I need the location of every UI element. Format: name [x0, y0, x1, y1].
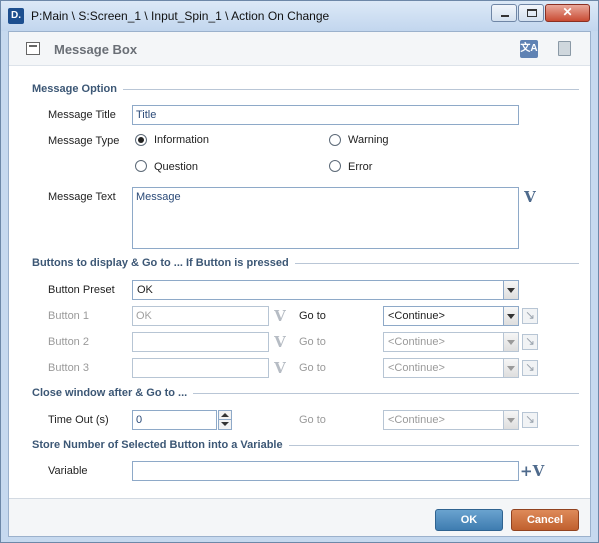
- button-3-goto-dropdown[interactable]: <Continue>: [383, 358, 519, 378]
- button-1-goto-value: <Continue>: [388, 310, 445, 322]
- timeout-input[interactable]: 0: [132, 410, 217, 430]
- jump-to-target-icon[interactable]: [522, 412, 538, 428]
- radio-error[interactable]: [329, 160, 341, 172]
- minimize-icon: [501, 15, 509, 17]
- message-text-variable-button[interactable]: V: [521, 188, 539, 206]
- radio-error-label: Error: [348, 161, 373, 173]
- title-bar[interactable]: D. P:Main \ S:Screen_1 \ Input_Spin_1 \ …: [1, 1, 598, 31]
- button-3-goto-label: Go to: [299, 362, 326, 374]
- button-preset-value: OK: [137, 284, 153, 296]
- button-2-goto-label: Go to: [299, 336, 326, 348]
- button-1-label: Button 1: [48, 310, 89, 322]
- chevron-down-icon[interactable]: [503, 307, 518, 325]
- message-text-area[interactable]: Message: [132, 187, 519, 249]
- jump-to-target-icon[interactable]: [522, 334, 538, 350]
- timeout-label: Time Out (s): [48, 414, 109, 426]
- button-1-variable-button[interactable]: V: [271, 307, 289, 325]
- variable-input[interactable]: [132, 461, 519, 481]
- button-2-goto-dropdown[interactable]: <Continue>: [383, 332, 519, 352]
- dialog-title: Message Box: [54, 42, 138, 57]
- button-3-input[interactable]: [132, 358, 269, 378]
- radio-warning-label: Warning: [348, 134, 389, 146]
- message-text-label: Message Text: [48, 191, 116, 203]
- radio-warning[interactable]: [329, 134, 341, 146]
- section-title-buttons: Buttons to display & Go to ... If Button…: [32, 257, 295, 269]
- message-box-icon: [26, 42, 40, 55]
- close-icon: ✕: [562, 5, 573, 19]
- translate-icon[interactable]: 文A: [520, 40, 538, 58]
- dialog-footer: OK Cancel: [9, 498, 590, 536]
- variable-label: Variable: [48, 465, 88, 477]
- chevron-down-icon[interactable]: [503, 281, 518, 299]
- message-title-label: Message Title: [48, 109, 116, 121]
- spin-up-icon[interactable]: [219, 411, 231, 420]
- section-title-message-option: Message Option: [32, 83, 123, 95]
- button-preset-label: Button Preset: [48, 284, 115, 296]
- message-type-label: Message Type: [48, 135, 120, 147]
- dialog-header: Message Box 文A: [9, 32, 590, 66]
- cancel-button[interactable]: Cancel: [511, 509, 579, 531]
- message-box-window: D. P:Main \ S:Screen_1 \ Input_Spin_1 \ …: [0, 0, 599, 543]
- dialog-body: Message Option Message Title Title Messa…: [9, 67, 590, 498]
- radio-question[interactable]: [135, 160, 147, 172]
- minimize-button[interactable]: [491, 4, 517, 22]
- button-preset-dropdown[interactable]: OK: [132, 280, 519, 300]
- section-title-close-window: Close window after & Go to ...: [32, 387, 194, 399]
- chevron-down-icon[interactable]: [503, 359, 518, 377]
- clipboard-icon[interactable]: [558, 41, 571, 56]
- button-3-label: Button 3: [48, 362, 89, 374]
- button-1-goto-dropdown[interactable]: <Continue>: [383, 306, 519, 326]
- timeout-goto-label: Go to: [299, 414, 326, 426]
- message-title-input[interactable]: Title: [132, 105, 519, 125]
- timeout-spinner[interactable]: [218, 410, 232, 430]
- timeout-goto-value: <Continue>: [388, 414, 445, 426]
- dialog-client-area: Message Box 文A Message Option Message Ti…: [8, 31, 591, 537]
- timeout-goto-dropdown[interactable]: <Continue>: [383, 410, 519, 430]
- radio-information-label: Information: [154, 134, 210, 146]
- button-2-label: Button 2: [48, 336, 89, 348]
- chevron-down-icon[interactable]: [503, 333, 518, 351]
- maximize-button[interactable]: [518, 4, 544, 22]
- close-button[interactable]: ✕: [545, 4, 590, 22]
- add-variable-button[interactable]: +V: [520, 462, 544, 480]
- maximize-icon: [527, 9, 537, 17]
- chevron-down-icon[interactable]: [503, 411, 518, 429]
- app-logo-icon: D.: [8, 8, 24, 24]
- jump-to-target-icon[interactable]: [522, 360, 538, 376]
- button-3-variable-button[interactable]: V: [271, 359, 289, 377]
- jump-to-target-icon[interactable]: [522, 308, 538, 324]
- radio-question-label: Question: [154, 161, 199, 173]
- button-3-goto-value: <Continue>: [388, 362, 445, 374]
- button-1-input[interactable]: OK: [132, 306, 269, 326]
- button-2-input[interactable]: [132, 332, 269, 352]
- section-title-store-variable: Store Number of Selected Button into a V…: [32, 439, 289, 451]
- button-1-goto-label: Go to: [299, 310, 326, 322]
- spin-down-icon[interactable]: [219, 420, 231, 429]
- window-title: P:Main \ S:Screen_1 \ Input_Spin_1 \ Act…: [31, 9, 330, 23]
- ok-button[interactable]: OK: [435, 509, 503, 531]
- button-2-goto-value: <Continue>: [388, 336, 445, 348]
- button-2-variable-button[interactable]: V: [271, 333, 289, 351]
- radio-information[interactable]: [135, 134, 147, 146]
